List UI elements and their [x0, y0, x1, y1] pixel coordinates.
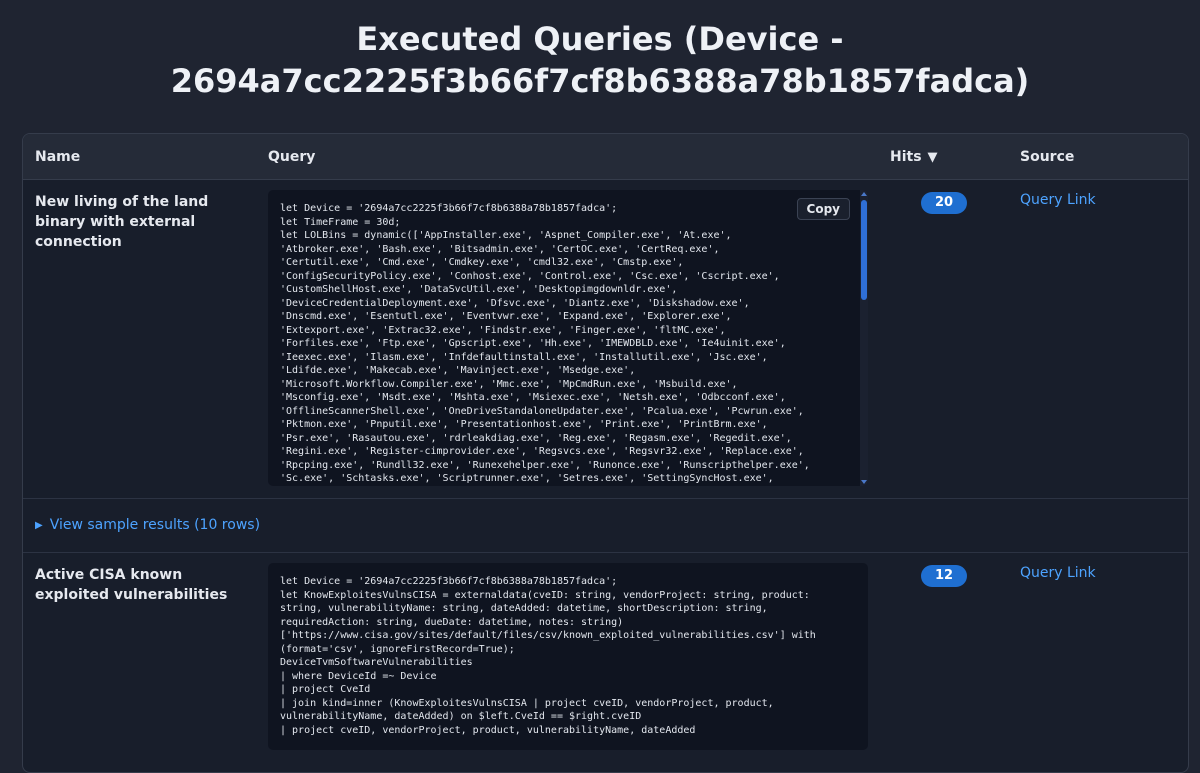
sample-results-row: ▶ View sample results (10 rows)	[23, 498, 1188, 553]
query-link[interactable]: Query Link	[1020, 192, 1096, 208]
sort-descending-icon[interactable]: ▼	[928, 150, 938, 165]
hits-badge: 20	[921, 192, 967, 214]
scroll-down-arrow-icon[interactable]	[861, 480, 867, 484]
hits-badge: 12	[921, 565, 967, 587]
column-header-name: Name	[35, 149, 81, 165]
scroll-up-arrow-icon[interactable]	[861, 192, 867, 196]
page-title-line2: 2694a7cc2225f3b66f7cf8b6388a78b1857fadca…	[170, 62, 1030, 100]
query-name: New living of the land binary with exter…	[35, 194, 209, 250]
scroll-thumb[interactable]	[861, 200, 867, 300]
query-code-block[interactable]: let Device = '2694a7cc2225f3b66f7cf8b638…	[268, 563, 868, 750]
table-row: Active CISA known exploited vulnerabilit…	[23, 553, 1188, 772]
view-sample-results-toggle[interactable]: ▶ View sample results (10 rows)	[35, 517, 260, 533]
page-title: Executed Queries (Device - 2694a7cc2225f…	[0, 18, 1200, 102]
query-link[interactable]: Query Link	[1020, 565, 1096, 581]
table-header: Name Query Hits ▼ Source	[23, 134, 1188, 180]
page-title-line1: Executed Queries (Device -	[356, 20, 844, 58]
copy-button[interactable]: Copy	[796, 198, 850, 220]
view-sample-results-label: View sample results (10 rows)	[49, 517, 261, 533]
column-header-query: Query	[268, 149, 316, 165]
query-name: Active CISA known exploited vulnerabilit…	[35, 567, 228, 603]
column-header-source: Source	[1020, 149, 1075, 165]
query-code-text: let Device = '2694a7cc2225f3b66f7cf8b638…	[280, 203, 810, 484]
column-header-hits-label: Hits	[890, 149, 922, 165]
query-scrollbar[interactable]	[860, 190, 868, 486]
table-row: New living of the land binary with exter…	[23, 180, 1188, 498]
column-header-hits[interactable]: Hits ▼	[890, 149, 938, 165]
expand-triangle-icon: ▶	[35, 520, 43, 531]
queries-table: Name Query Hits ▼ Source New living of th…	[22, 133, 1189, 773]
query-code-text: let Device = '2694a7cc2225f3b66f7cf8b638…	[280, 576, 816, 736]
query-code-block[interactable]: let Device = '2694a7cc2225f3b66f7cf8b638…	[268, 190, 868, 486]
